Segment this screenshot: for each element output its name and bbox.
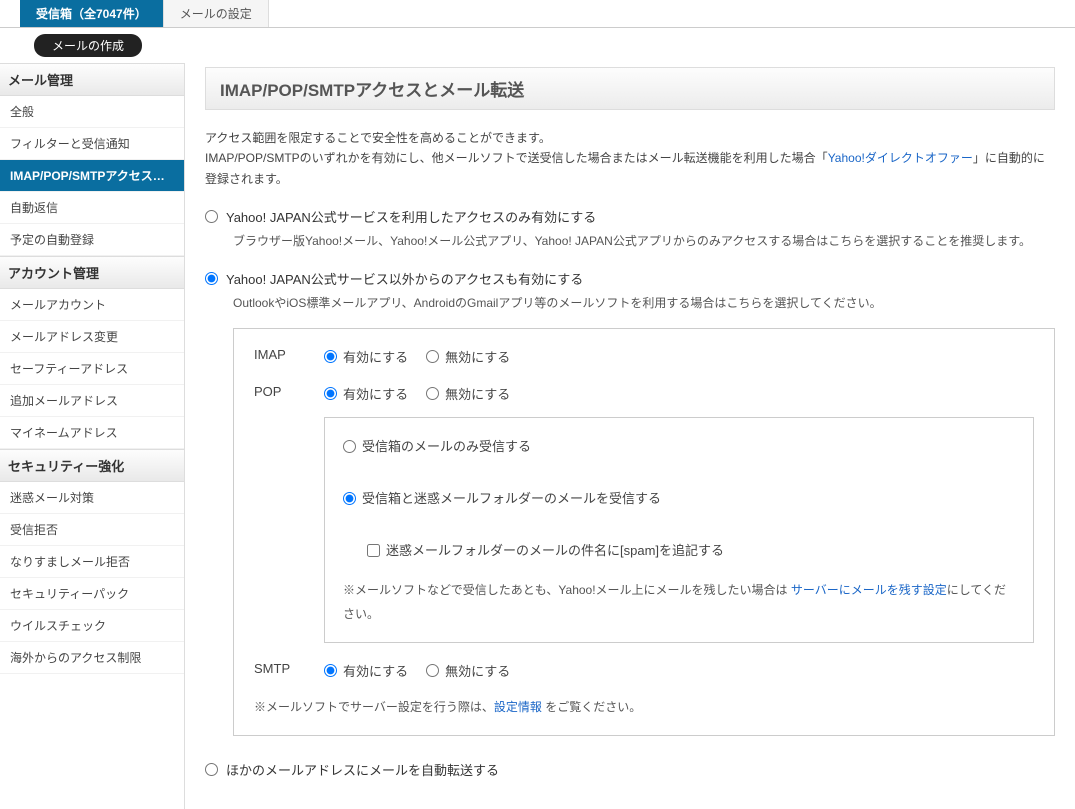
sidebar-head-mail: メール管理 bbox=[0, 63, 184, 96]
radio-external-label: Yahoo! JAPAN公式サービス以外からのアクセスも有効にする bbox=[226, 269, 583, 288]
sidebar-item-spam[interactable]: 迷惑メール対策 bbox=[0, 482, 184, 514]
smtp-label: SMTP bbox=[254, 661, 304, 676]
description: アクセス範囲を限定することで安全性を高めることができます。 IMAP/POP/S… bbox=[205, 128, 1055, 189]
sidebar-item-autoreply[interactable]: 自動返信 bbox=[0, 192, 184, 224]
sidebar: メール管理 全般 フィルターと受信通知 IMAP/POP/SMTPアクセスと… … bbox=[0, 63, 185, 809]
access-option-external[interactable]: Yahoo! JAPAN公式サービス以外からのアクセスも有効にする bbox=[205, 269, 1055, 288]
desc-line1: アクセス範囲を限定することで安全性を高めることができます。 bbox=[205, 131, 551, 145]
imap-label: IMAP bbox=[254, 347, 304, 362]
main-content: IMAP/POP/SMTPアクセスとメール転送 アクセス範囲を限定することで安全… bbox=[185, 63, 1075, 809]
sidebar-item-myname-address[interactable]: マイネームアドレス bbox=[0, 417, 184, 449]
spam-tag-checkbox[interactable] bbox=[367, 544, 380, 557]
compose-row: メールの作成 bbox=[0, 28, 1075, 63]
sidebar-item-virus[interactable]: ウイルスチェック bbox=[0, 610, 184, 642]
external-desc: OutlookやiOS標準メールアプリ、AndroidのGmailアプリ等のメー… bbox=[233, 294, 1055, 313]
spam-tag-label: 迷惑メールフォルダーのメールの件名に[spam]を追記する bbox=[386, 538, 724, 564]
access-option-forward[interactable]: ほかのメールアドレスにメールを自動転送する bbox=[205, 760, 1055, 779]
radio-forward[interactable] bbox=[205, 763, 218, 776]
pop-inbox-only[interactable]: 受信箱のメールのみ受信する bbox=[343, 434, 1015, 460]
sidebar-head-security: セキュリティー強化 bbox=[0, 449, 184, 482]
access-option-official-only[interactable]: Yahoo! JAPAN公式サービスを利用したアクセスのみ有効にする bbox=[205, 207, 1055, 226]
tab-mail-settings[interactable]: メールの設定 bbox=[163, 0, 269, 27]
spam-tag-row[interactable]: 迷惑メールフォルダーのメールの件名に[spam]を追記する bbox=[367, 538, 1015, 564]
sidebar-item-extra-address[interactable]: 追加メールアドレス bbox=[0, 385, 184, 417]
sidebar-item-block[interactable]: 受信拒否 bbox=[0, 514, 184, 546]
imap-row: IMAP 有効にする 無効にする bbox=[254, 347, 1034, 366]
sidebar-item-spoof[interactable]: なりすましメール拒否 bbox=[0, 546, 184, 578]
radio-external[interactable] bbox=[205, 272, 218, 285]
official-only-desc: ブラウザー版Yahoo!メール、Yahoo!メール公式アプリ、Yahoo! JA… bbox=[233, 232, 1055, 251]
radio-official-only[interactable] bbox=[205, 210, 218, 223]
desc-line2a: IMAP/POP/SMTPのいずれかを有効にし、他メールソフトで送受信した場合ま… bbox=[205, 151, 828, 165]
keep-on-server-link[interactable]: サーバーにメールを残す設定 bbox=[791, 583, 947, 597]
sidebar-item-safety-address[interactable]: セーフティーアドレス bbox=[0, 353, 184, 385]
page-title: IMAP/POP/SMTPアクセスとメール転送 bbox=[205, 67, 1055, 110]
sidebar-item-filter[interactable]: フィルターと受信通知 bbox=[0, 128, 184, 160]
sidebar-item-security-pack[interactable]: セキュリティーパック bbox=[0, 578, 184, 610]
tab-inbox[interactable]: 受信箱（全7047件） bbox=[20, 0, 163, 27]
pop-enable[interactable]: 有効にする bbox=[324, 384, 408, 403]
sidebar-item-mail-account[interactable]: メールアカウント bbox=[0, 289, 184, 321]
compose-button[interactable]: メールの作成 bbox=[34, 34, 142, 57]
sidebar-item-imap-pop-smtp[interactable]: IMAP/POP/SMTPアクセスと… bbox=[0, 160, 184, 192]
sidebar-item-schedule[interactable]: 予定の自動登録 bbox=[0, 224, 184, 256]
pop-inbox-and-spam[interactable]: 受信箱と迷惑メールフォルダーのメールを受信する bbox=[343, 486, 1015, 512]
pop-scope-panel: 受信箱のメールのみ受信する 受信箱と迷惑メールフォルダーのメールを受信する 迷惑… bbox=[324, 417, 1034, 643]
radio-official-only-label: Yahoo! JAPAN公式サービスを利用したアクセスのみ有効にする bbox=[226, 207, 596, 226]
settings-info-link[interactable]: 設定情報 bbox=[494, 700, 542, 714]
smtp-enable[interactable]: 有効にする bbox=[324, 661, 408, 680]
top-tabs: 受信箱（全7047件） メールの設定 bbox=[0, 0, 1075, 28]
direct-offer-link[interactable]: Yahoo!ダイレクトオファー bbox=[828, 151, 973, 165]
imap-enable[interactable]: 有効にする bbox=[324, 347, 408, 366]
sidebar-item-overseas[interactable]: 海外からのアクセス制限 bbox=[0, 642, 184, 674]
sidebar-item-general[interactable]: 全般 bbox=[0, 96, 184, 128]
pop-keep-note: ※メールソフトなどで受信したあとも、Yahoo!メール上にメールを残したい場合は… bbox=[343, 578, 1015, 626]
imap-disable[interactable]: 無効にする bbox=[426, 347, 510, 366]
smtp-row: SMTP 有効にする 無効にする bbox=[254, 661, 1034, 680]
protocol-panel: IMAP 有効にする 無効にする POP 有効にする 無効にする 受信箱のメール… bbox=[233, 328, 1055, 736]
smtp-disable[interactable]: 無効にする bbox=[426, 661, 510, 680]
server-settings-note: ※メールソフトでサーバー設定を行う際は、設定情報 をご覧ください。 bbox=[254, 698, 1034, 715]
pop-label: POP bbox=[254, 384, 304, 399]
sidebar-item-change-address[interactable]: メールアドレス変更 bbox=[0, 321, 184, 353]
sidebar-head-account: アカウント管理 bbox=[0, 256, 184, 289]
radio-forward-label: ほかのメールアドレスにメールを自動転送する bbox=[226, 760, 499, 779]
pop-disable[interactable]: 無効にする bbox=[426, 384, 510, 403]
pop-row: POP 有効にする 無効にする 受信箱のメールのみ受信する 受信箱と迷惑メールフ… bbox=[254, 384, 1034, 643]
